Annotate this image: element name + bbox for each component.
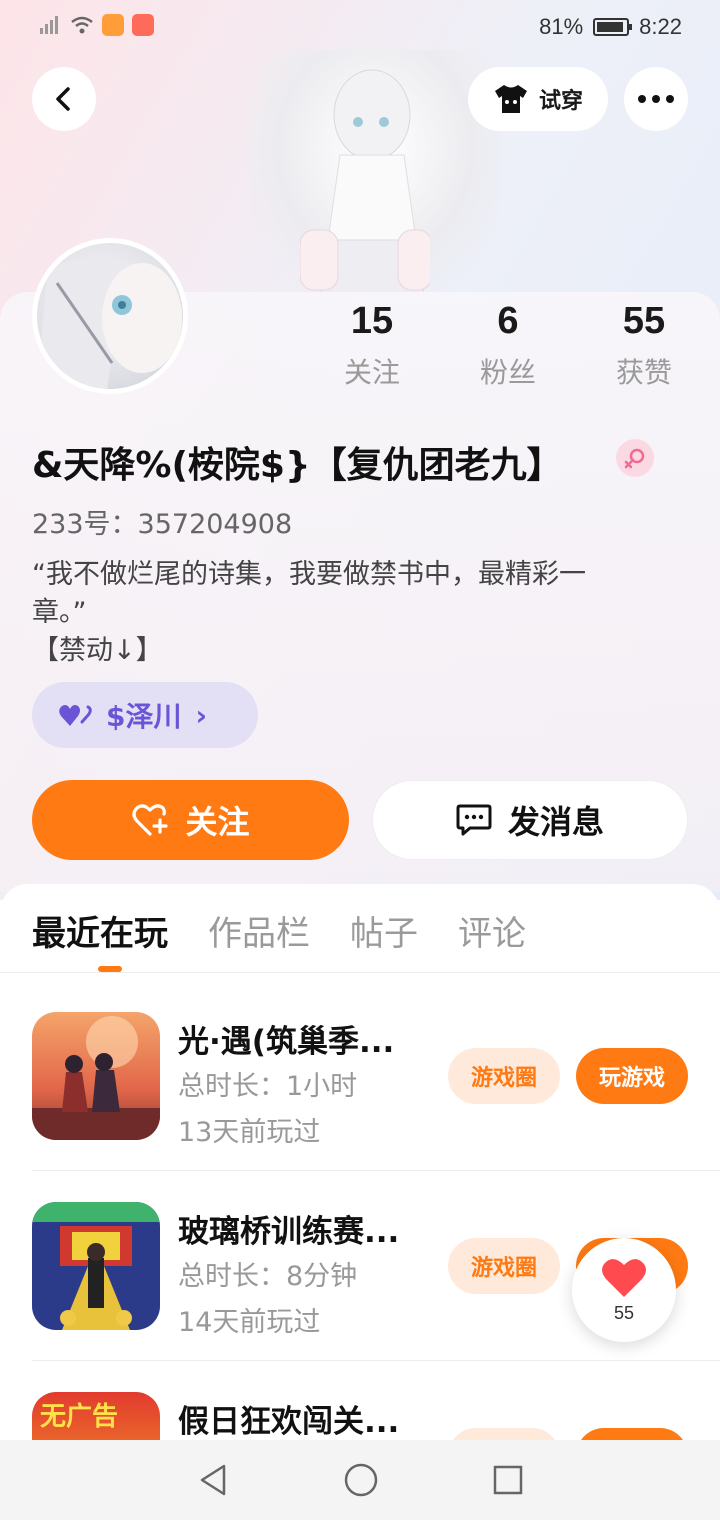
follow-label: 关注 [185,803,250,841]
heart-icon [602,1258,646,1297]
game-icon-sky [32,1012,160,1140]
play-game-button[interactable]: 玩游戏 [576,1048,688,1104]
status-icons-right: 81% 8:22 [539,14,682,40]
game-icon-badge-text: 无广告 [40,1402,119,1432]
like-count: 55 [613,1302,635,1323]
stat-fans-count: 6 [497,300,519,342]
battery-percent: 81% [539,14,584,39]
game-last-played: 13天前玩过 [178,1117,321,1148]
system-nav-bar [0,1440,720,1520]
game-title: 玻璃桥训练赛... [178,1214,400,1250]
bio-line: 章。” [32,597,87,628]
more-dots-icon [638,95,674,103]
follow-button[interactable]: 关注 [32,780,349,860]
banner-character-image [300,69,430,295]
stat-fans-label: 粉丝 [479,356,536,389]
game-row[interactable]: 光·遇(筑巢季... 总时长：1小时 13天前玩过 游戏圈 玩游戏 [32,1012,688,1172]
game-duration: 总时长：1小时 [178,1071,358,1102]
nav-back-icon[interactable] [196,1463,230,1497]
message-label: 发消息 [507,803,604,841]
status-icons-left [38,14,154,36]
content-panel: 最近在玩 作品栏 帖子 评论 光·遇(筑巢季... 总时长：1小时 13天前玩过… [0,884,720,1520]
user-id: 233号：357204908 [32,509,293,540]
bio: “我不做烂尾的诗集，我要做禁书中，最精彩一 章。” 【禁动↓】 [32,556,672,670]
double-heart-icon [59,705,92,726]
more-button[interactable] [624,67,688,131]
tab-posts[interactable]: 帖子 [350,906,418,955]
tab-bar: 最近在玩 作品栏 帖子 评论 [32,906,526,955]
try-on-button[interactable]: 试穿 [468,67,608,131]
game-title: 光·遇(筑巢季... [178,1024,395,1060]
chevron-left-icon [56,87,70,111]
divider [32,1170,720,1171]
relationship-tag-label: $泽川 [106,700,182,733]
avatar[interactable] [32,238,188,394]
nickname: &天降%(桉院$}【复仇团老九】 [32,445,563,486]
chat-bubble-icon [456,804,492,836]
avatar-image [37,257,182,389]
divider [32,1360,720,1361]
female-gender-icon [616,439,654,477]
status-bar: 81% 8:22 [0,0,720,56]
stat-likes-label: 获赞 [615,356,672,389]
nav-home-icon[interactable] [343,1462,379,1498]
game-last-played: 14天前玩过 [178,1307,321,1338]
message-button[interactable]: 发消息 [372,780,688,860]
tab-works[interactable]: 作品栏 [208,906,310,955]
stat-likes-count: 55 [622,300,666,342]
game-circle-button[interactable]: 游戏圈 [448,1238,560,1294]
like-float-button[interactable]: 55 [572,1238,676,1342]
stat-fans[interactable]: 6 粉丝 [443,300,573,391]
wifi-icon [71,16,93,34]
chevron-right-icon: › [195,698,208,732]
back-button[interactable] [32,67,96,131]
signal-icon [40,16,58,34]
game-title: 假日狂欢闯关... [178,1404,400,1440]
stat-following-count: 15 [350,300,394,342]
game-icon-glass-bridge [32,1202,160,1330]
bio-line: 【禁动↓】 [32,635,163,666]
divider [0,972,720,973]
tab-recently-played[interactable]: 最近在玩 [32,906,168,955]
relationship-tag[interactable]: $泽川 › [32,682,258,748]
bio-line: “我不做烂尾的诗集，我要做禁书中，最精彩一 [32,559,586,590]
tshirt-icon [494,85,527,113]
video-app-icon [102,14,124,36]
clock: 8:22 [639,14,682,39]
nav-recents-icon[interactable] [492,1464,524,1496]
tab-comments[interactable]: 评论 [458,906,526,955]
game-circle-button[interactable]: 游戏圈 [448,1048,560,1104]
stat-likes[interactable]: 55 获赞 [579,300,709,391]
stat-following[interactable]: 15 关注 [307,300,437,391]
try-on-label: 试穿 [538,89,583,114]
shopping-app-icon [132,14,154,36]
stat-following-label: 关注 [343,356,400,389]
game-duration: 总时长：8分钟 [178,1261,358,1292]
battery-icon [593,18,633,36]
heart-plus-icon [132,804,169,836]
